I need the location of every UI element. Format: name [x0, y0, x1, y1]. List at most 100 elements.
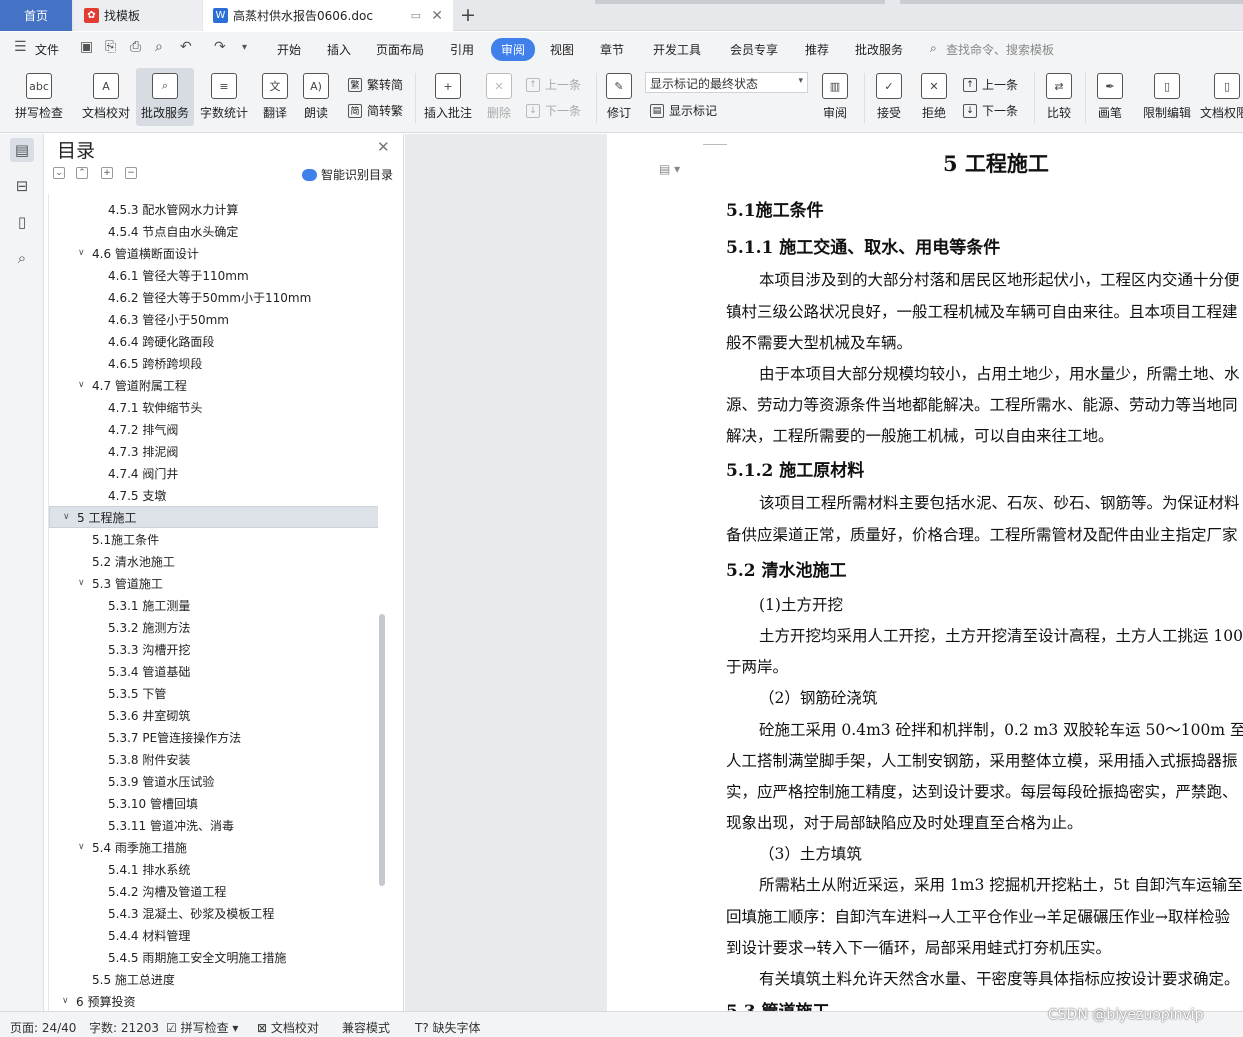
toc-item[interactable]: 4.7.5 支墩	[49, 484, 378, 506]
toc-item[interactable]: 5.5 施工总进度	[49, 968, 378, 990]
toc-item[interactable]: 5.3.8 附件安装	[49, 748, 378, 770]
undo-icon[interactable]: ↶	[180, 39, 192, 55]
toc-item[interactable]: 5.4.2 沟槽及管道工程	[49, 880, 378, 902]
window-tile-icon[interactable]: ▭	[411, 9, 421, 22]
doc-proof-button[interactable]: A 文档校对	[77, 68, 135, 126]
expand-toggle-icon[interactable]: ∨	[78, 380, 85, 390]
review-pane-button[interactable]: ▥ 审阅	[815, 68, 855, 126]
toc-panel-icon[interactable]: ▤	[10, 138, 34, 162]
menu-recommend[interactable]: 推荐	[805, 41, 829, 58]
document-page[interactable]: ▤ ▾ 5 工程施工 5.1施工条件 5.1.1 施工交通、取水、用电等条件 本项目…	[607, 134, 1243, 1011]
missing-font-status[interactable]: T? 缺失字体	[415, 1019, 481, 1036]
menu-references[interactable]: 引用	[450, 41, 474, 58]
toc-item[interactable]: 5.3.5 下管	[49, 682, 378, 704]
toc-item[interactable]: ∨ 4.7 管道附属工程	[49, 374, 378, 396]
toc-item[interactable]: 4.7.3 排泥阀	[49, 440, 378, 462]
toc-item[interactable]: 5.3.3 沟槽开挖	[49, 638, 378, 660]
word-count-indicator[interactable]: 字数: 21203	[89, 1019, 159, 1036]
save-icon[interactable]: ▣	[80, 39, 93, 55]
toc-item[interactable]: 4.6.4 跨硬化路面段	[49, 330, 378, 352]
toc-item[interactable]: 5.3.10 管槽回填	[49, 792, 378, 814]
toc-item[interactable]: 4.7.2 排气阀	[49, 418, 378, 440]
menu-review[interactable]: 审阅	[491, 38, 536, 61]
bookmark-icon[interactable]: ▯	[10, 210, 34, 234]
ink-button[interactable]: ✒ 画笔	[1090, 68, 1130, 126]
search-icon[interactable]: ⌕	[10, 246, 34, 270]
page-layout-icon[interactable]: ▤ ▾	[659, 162, 680, 176]
menu-insert[interactable]: 插入	[327, 41, 351, 58]
correction-service-button[interactable]: ⌕ 批改服务	[136, 68, 194, 126]
spell-check-status[interactable]: ☑ 拼写检查 ▾	[166, 1019, 238, 1036]
menu-member[interactable]: 会员专享	[730, 41, 778, 58]
menu-file[interactable]: 文件	[35, 41, 59, 58]
track-changes-button[interactable]: ✎ 修订	[600, 68, 638, 126]
toc-item[interactable]: 4.6.1 管径大等于110mm	[49, 264, 378, 286]
smart-toc-button[interactable]: 智能识别目录	[302, 166, 393, 183]
toc-item[interactable]: 5.3.9 管道水压试验	[49, 770, 378, 792]
markup-mode-select[interactable]: 显示标记的最终状态 ▾	[645, 72, 808, 93]
page-indicator[interactable]: 页面: 24/40	[10, 1019, 76, 1036]
delete-comment-button[interactable]: ✕ 删除	[481, 68, 517, 126]
menu-page-layout[interactable]: 页面布局	[376, 41, 424, 58]
toc-item[interactable]: 5.3.7 PE管连接操作方法	[49, 726, 378, 748]
toc-item[interactable]: 5.3.2 施测方法	[49, 616, 378, 638]
toc-item[interactable]: 4.6.3 管径小于50mm	[49, 308, 378, 330]
toc-item[interactable]: 5.3.11 管道冲洗、消毒	[49, 814, 378, 836]
next-comment-button[interactable]: ↓ 下一条	[526, 102, 581, 119]
toc-item[interactable]: ∨ 6 预算投资	[49, 990, 378, 1011]
collapse-all-icon[interactable]: ⌄	[53, 167, 65, 179]
menu-correction[interactable]: 批改服务	[855, 41, 903, 58]
tab-document[interactable]: W 高蒸村供水报告0606.doc ▭ ✕	[203, 0, 453, 31]
toc-item[interactable]: ∨ 5.3 管道施工	[49, 572, 378, 594]
expand-level-icon[interactable]: ⌃	[76, 167, 88, 179]
toc-item[interactable]: 4.7.4 阀门井	[49, 462, 378, 484]
prev-change-button[interactable]: ↑ 上一条	[963, 76, 1018, 93]
toc-item[interactable]: 5.4.4 材料管理	[49, 924, 378, 946]
read-aloud-button[interactable]: A) 朗读	[298, 68, 334, 126]
toc-item[interactable]: 5.4.5 雨期施工安全文明施工措施	[49, 946, 378, 968]
new-tab-icon[interactable]: +	[460, 4, 476, 26]
toc-item[interactable]: 5.4.1 排水系统	[49, 858, 378, 880]
toc-item[interactable]: 5.3.4 管道基础	[49, 660, 378, 682]
expand-toggle-icon[interactable]: ∨	[78, 842, 85, 852]
expand-toggle-icon[interactable]: ∨	[78, 248, 85, 258]
insert-comment-button[interactable]: + 插入批注	[421, 68, 475, 126]
trad-to-simp-button[interactable]: 繁繁转简	[348, 76, 403, 93]
expand-toggle-icon[interactable]: ∨	[62, 996, 69, 1006]
restrict-edit-button[interactable]: ▯ 限制编辑	[1140, 68, 1194, 126]
tab-templates[interactable]: ✿ 找模板	[74, 0, 202, 31]
hamburger-icon[interactable]: ☰	[14, 39, 27, 55]
export-pdf-icon[interactable]: ⎘	[105, 39, 116, 55]
compare-button[interactable]: ⇄ 比较	[1039, 68, 1079, 126]
toc-item[interactable]: 4.5.4 节点自由水头确定	[49, 220, 378, 242]
toc-item[interactable]: 5.3.1 施工测量	[49, 594, 378, 616]
simp-to-trad-button[interactable]: 简简转繁	[348, 102, 403, 119]
close-icon[interactable]: ✕	[377, 138, 390, 156]
menu-view[interactable]: 视图	[550, 41, 574, 58]
next-change-button[interactable]: ↓ 下一条	[963, 102, 1018, 119]
prev-comment-button[interactable]: ↑ 上一条	[526, 76, 581, 93]
doc-permission-button[interactable]: ▯ 文档权限	[1200, 68, 1243, 126]
menu-dev-tools[interactable]: 开发工具	[653, 41, 701, 58]
show-markup-button[interactable]: ▤ 显示标记	[650, 102, 717, 119]
word-count-button[interactable]: ≡ 字数统计	[197, 68, 251, 126]
tab-home[interactable]: 首页	[0, 0, 72, 31]
toc-item[interactable]: 5.2 清水池施工	[49, 550, 378, 572]
toc-item[interactable]: 4.7.1 软伸缩节头	[49, 396, 378, 418]
spell-check-button[interactable]: abc 拼写检查	[8, 68, 70, 126]
menu-chapter[interactable]: 章节	[600, 41, 624, 58]
reject-button[interactable]: ✕ 拒绝	[914, 68, 954, 126]
accept-button[interactable]: ✓ 接受	[869, 68, 909, 126]
redo-icon[interactable]: ↷	[214, 39, 226, 55]
expand-toggle-icon[interactable]: ∨	[63, 512, 70, 522]
toc-scrollbar[interactable]	[379, 614, 385, 886]
toc-item[interactable]: 4.6.5 跨桥跨坝段	[49, 352, 378, 374]
toc-item[interactable]: 4.6.2 管径大等于50mm小于110mm	[49, 286, 378, 308]
doc-proof-status[interactable]: ⊠ 文档校对	[257, 1019, 319, 1036]
toc-item[interactable]: 4.5.3 配水管网水力计算	[49, 198, 378, 220]
toc-item[interactable]: 5.4.3 混凝土、砂浆及模板工程	[49, 902, 378, 924]
expand-toggle-icon[interactable]: ∨	[78, 578, 85, 588]
print-icon[interactable]: ⎙	[130, 39, 141, 55]
toc-item[interactable]: ∨ 5 工程施工	[49, 506, 378, 528]
menu-start[interactable]: 开始	[277, 41, 301, 58]
